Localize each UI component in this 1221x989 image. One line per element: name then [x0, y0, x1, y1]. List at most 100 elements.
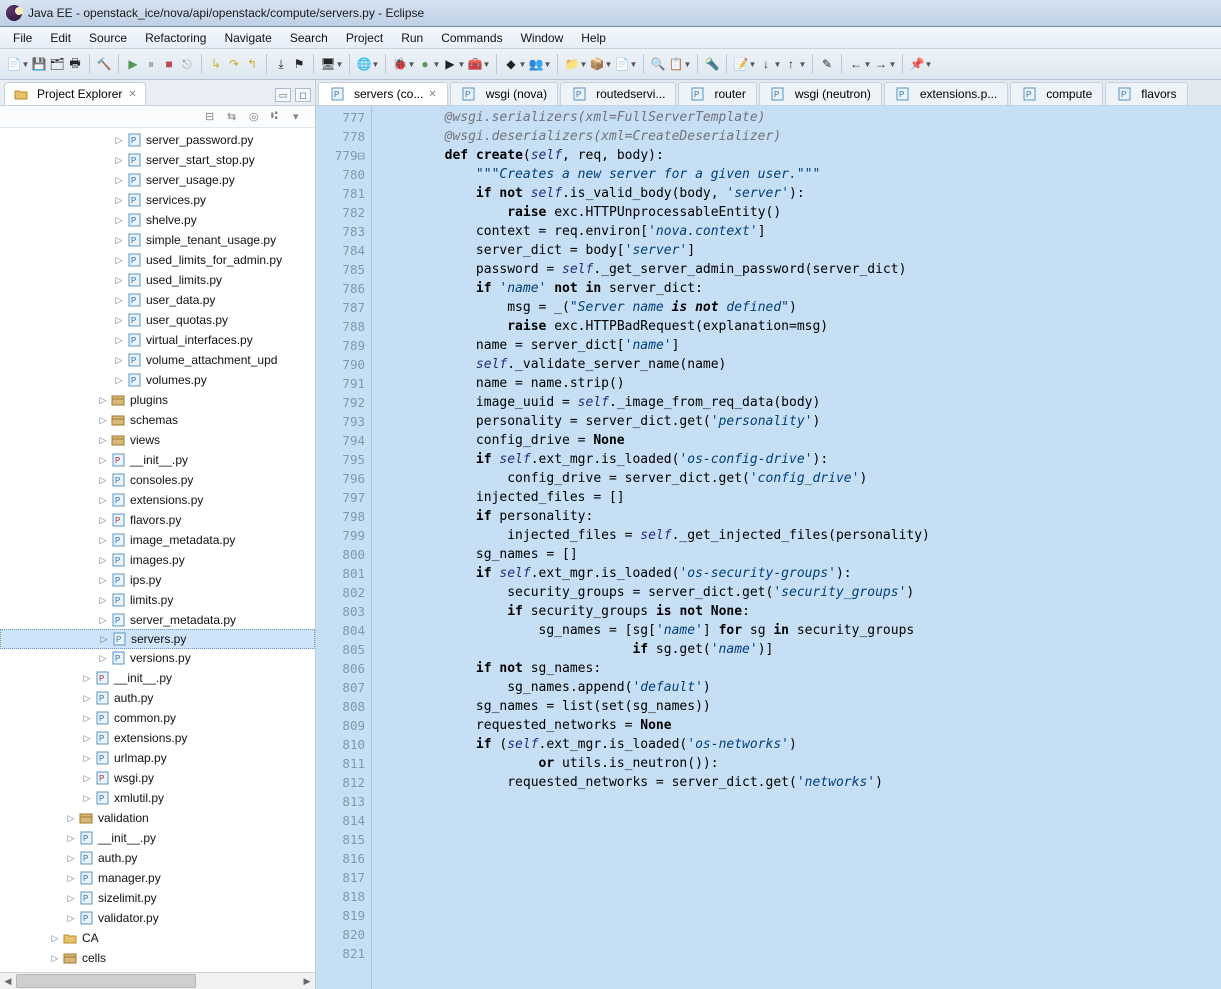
editor-tab[interactable]: Pflavors	[1105, 82, 1187, 105]
tree-item[interactable]: ▷Pservices.py	[0, 190, 315, 210]
new-project-icon[interactable]: 📁	[564, 56, 580, 72]
view-menu-icon[interactable]: ▾	[293, 110, 307, 124]
expand-icon[interactable]: ▷	[112, 315, 126, 326]
annotations-icon[interactable]: 📝	[733, 56, 749, 72]
new-icon-dropdown[interactable]: ▼	[22, 56, 29, 72]
tree-item[interactable]: ▷Pips.py	[0, 570, 315, 590]
tree-item[interactable]: ▷Pauth.py	[0, 688, 315, 708]
project-tree[interactable]: ▷Pserver_password.py▷Pserver_start_stop.…	[0, 128, 315, 972]
menu-commands[interactable]: Commands	[432, 29, 511, 47]
expand-icon[interactable]: ▷	[112, 355, 126, 366]
expand-icon[interactable]: ▷	[96, 615, 110, 626]
tree-item[interactable]: ▷P__init__.py	[0, 450, 315, 470]
back-icon-dropdown[interactable]: ▼	[864, 56, 871, 72]
build-icon[interactable]: 🔨	[96, 56, 112, 72]
debug-icon[interactable]: 🐞	[392, 56, 408, 72]
editor-tab[interactable]: Proutedservi...	[560, 82, 676, 105]
menu-window[interactable]: Window	[512, 29, 573, 47]
tree-item[interactable]: ▷Plimits.py	[0, 590, 315, 610]
menu-run[interactable]: Run	[392, 29, 432, 47]
expand-icon[interactable]: ▷	[80, 753, 94, 764]
tree-item[interactable]: ▷Puser_quotas.py	[0, 310, 315, 330]
run-icon[interactable]: ●	[417, 56, 433, 72]
tree-item[interactable]: ▷Pversions.py	[0, 648, 315, 668]
prev-annotation-icon-dropdown[interactable]: ▼	[799, 56, 806, 72]
forward-icon[interactable]: →	[873, 56, 889, 72]
tree-item[interactable]: ▷validation	[0, 808, 315, 828]
new-file-icon[interactable]: 📄	[614, 56, 630, 72]
tree-item[interactable]: ▷Purlmap.py	[0, 748, 315, 768]
focus-task-icon[interactable]: ◎	[249, 110, 263, 124]
step-return-icon[interactable]: ↰	[244, 56, 260, 72]
tree-item[interactable]: ▷Pwsgi.py	[0, 768, 315, 788]
open-type-icon[interactable]: 🔍	[650, 56, 666, 72]
expand-icon[interactable]: ▷	[96, 455, 110, 466]
annotations-icon-dropdown[interactable]: ▼	[749, 56, 756, 72]
tree-item[interactable]: ▷Pauth.py	[0, 848, 315, 868]
close-icon[interactable]: ✕	[428, 89, 436, 100]
expand-icon[interactable]: ▷	[96, 653, 110, 664]
tree-item[interactable]: ▷Pservers.py	[0, 629, 315, 649]
collapse-all-icon[interactable]: ⊟	[205, 110, 219, 124]
tree-item[interactable]: ▷Pused_limits.py	[0, 270, 315, 290]
expand-icon[interactable]: ▷	[96, 495, 110, 506]
menu-refactoring[interactable]: Refactoring	[136, 29, 215, 47]
expand-icon[interactable]: ▷	[64, 813, 78, 824]
next-annotation-icon-dropdown[interactable]: ▼	[774, 56, 781, 72]
tree-item[interactable]: ▷Pserver_usage.py	[0, 170, 315, 190]
editor-tab[interactable]: Pcompute	[1010, 82, 1103, 105]
menu-project[interactable]: Project	[337, 29, 392, 47]
editor-tab[interactable]: Pextensions.p...	[884, 82, 1008, 105]
expand-icon[interactable]: ▷	[96, 595, 110, 606]
tree-item[interactable]: ▷Pserver_metadata.py	[0, 610, 315, 630]
expand-icon[interactable]: ▷	[112, 295, 126, 306]
search-icon[interactable]: 🔦	[704, 56, 720, 72]
last-edit-icon[interactable]: ✎	[819, 56, 835, 72]
close-icon[interactable]: ✕	[128, 89, 136, 100]
server-icon-dropdown[interactable]: ▼	[336, 56, 343, 72]
expand-icon[interactable]: ▷	[64, 893, 78, 904]
save-all-icon[interactable]: 🗂	[49, 56, 65, 72]
pin-icon[interactable]: 📌	[909, 56, 925, 72]
tree-item[interactable]: ▷Psimple_tenant_usage.py	[0, 230, 315, 250]
editor-tab[interactable]: Pwsgi (neutron)	[759, 82, 882, 105]
expand-icon[interactable]: ▷	[96, 435, 110, 446]
tree-item[interactable]: ▷Psizelimit.py	[0, 888, 315, 908]
expand-icon[interactable]: ▷	[96, 415, 110, 426]
scroll-left-icon[interactable]: ◀	[0, 973, 16, 989]
expand-icon[interactable]: ▷	[96, 515, 110, 526]
code-area[interactable]: @wsgi.serializers(xml=FullServerTemplate…	[372, 106, 1221, 989]
tree-item[interactable]: ▷Pimages.py	[0, 550, 315, 570]
tree-item[interactable]: ▷Pxmlutil.py	[0, 788, 315, 808]
expand-icon[interactable]: ▷	[96, 475, 110, 486]
tree-item[interactable]: ▷Pvolumes.py	[0, 370, 315, 390]
tree-item[interactable]: ▷Pmanager.py	[0, 868, 315, 888]
menu-source[interactable]: Source	[80, 29, 136, 47]
step-filters-icon[interactable]: ⚑	[291, 56, 307, 72]
drop-frame-icon[interactable]: ⤓	[273, 56, 289, 72]
tree-item[interactable]: ▷Pimage_metadata.py	[0, 530, 315, 550]
team-icon-dropdown[interactable]: ▼	[544, 56, 551, 72]
link-with-editor-icon[interactable]: ⇆	[227, 110, 241, 124]
expand-icon[interactable]: ▷	[112, 335, 126, 346]
new-icon[interactable]: 📄	[6, 56, 22, 72]
print-icon[interactable]: 🖶	[67, 56, 83, 72]
tree-item[interactable]: ▷Pvalidator.py	[0, 908, 315, 928]
new-server-icon[interactable]: 🌐	[356, 56, 372, 72]
expand-icon[interactable]: ▷	[112, 235, 126, 246]
editor-tab[interactable]: Prouter	[678, 82, 756, 105]
expand-icon[interactable]: ▷	[48, 953, 62, 964]
step-into-icon[interactable]: ↳	[208, 56, 224, 72]
expand-icon[interactable]: ▷	[96, 535, 110, 546]
tree-item[interactable]: ▷CA	[0, 928, 315, 948]
save-icon[interactable]: 💾	[31, 56, 47, 72]
debug-icon-dropdown[interactable]: ▼	[408, 56, 415, 72]
menu-navigate[interactable]: Navigate	[215, 29, 280, 47]
expand-icon[interactable]: ▷	[80, 673, 94, 684]
expand-icon[interactable]: ▷	[80, 773, 94, 784]
run-icon-dropdown[interactable]: ▼	[433, 56, 440, 72]
git-icon-dropdown[interactable]: ▼	[519, 56, 526, 72]
team-icon[interactable]: 👥	[528, 56, 544, 72]
tree-item[interactable]: ▷Pconsoles.py	[0, 470, 315, 490]
ext-tools-icon[interactable]: 🧰	[467, 56, 483, 72]
